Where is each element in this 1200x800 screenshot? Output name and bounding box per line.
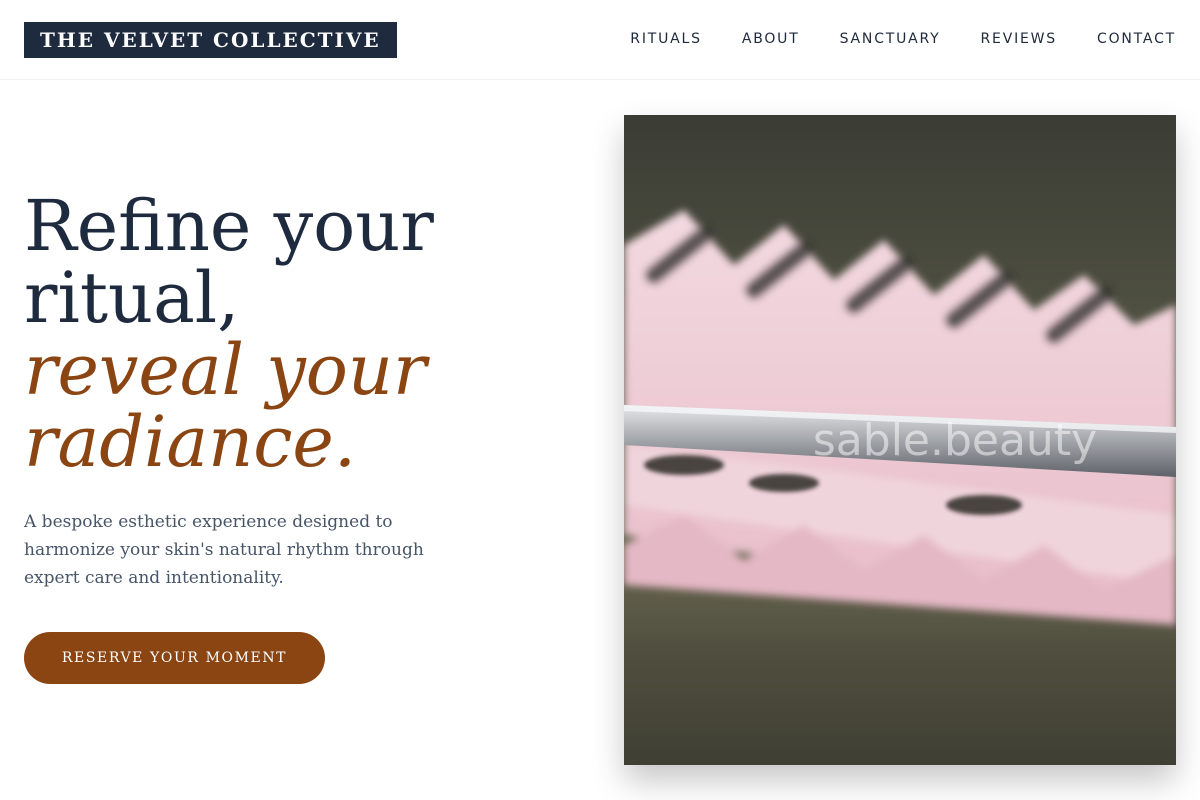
headline-accent-line-2: radiance. [24, 401, 357, 483]
nav-contact[interactable]: CONTACT [1097, 31, 1176, 47]
hero-image: sable.beauty [624, 115, 1176, 765]
headline-line-1: Refine your [24, 185, 434, 267]
nav-rituals[interactable]: RITUALS [630, 31, 702, 47]
hero-text: Refine your ritual, reveal your radiance… [24, 190, 544, 592]
hero-headline: Refine your ritual, reveal your radiance… [24, 190, 544, 478]
nav-sanctuary[interactable]: SANCTUARY [840, 31, 941, 47]
headline-line-2: ritual, [24, 257, 240, 339]
brand-logo[interactable]: THE VELVET COLLECTIVE [24, 22, 397, 58]
nav-about[interactable]: ABOUT [742, 31, 800, 47]
site-header: THE VELVET COLLECTIVE RITUALS ABOUT SANC… [0, 0, 1200, 80]
nav-reviews[interactable]: REVIEWS [981, 31, 1057, 47]
main-nav: RITUALS ABOUT SANCTUARY REVIEWS CONTACT [630, 0, 1176, 78]
reserve-button[interactable]: RESERVE YOUR MOMENT [24, 632, 325, 684]
hero-description: A bespoke esthetic experience designed t… [24, 512, 424, 588]
headline-accent-line-1: reveal your [24, 329, 427, 411]
image-watermark: sable.beauty [812, 415, 1098, 466]
